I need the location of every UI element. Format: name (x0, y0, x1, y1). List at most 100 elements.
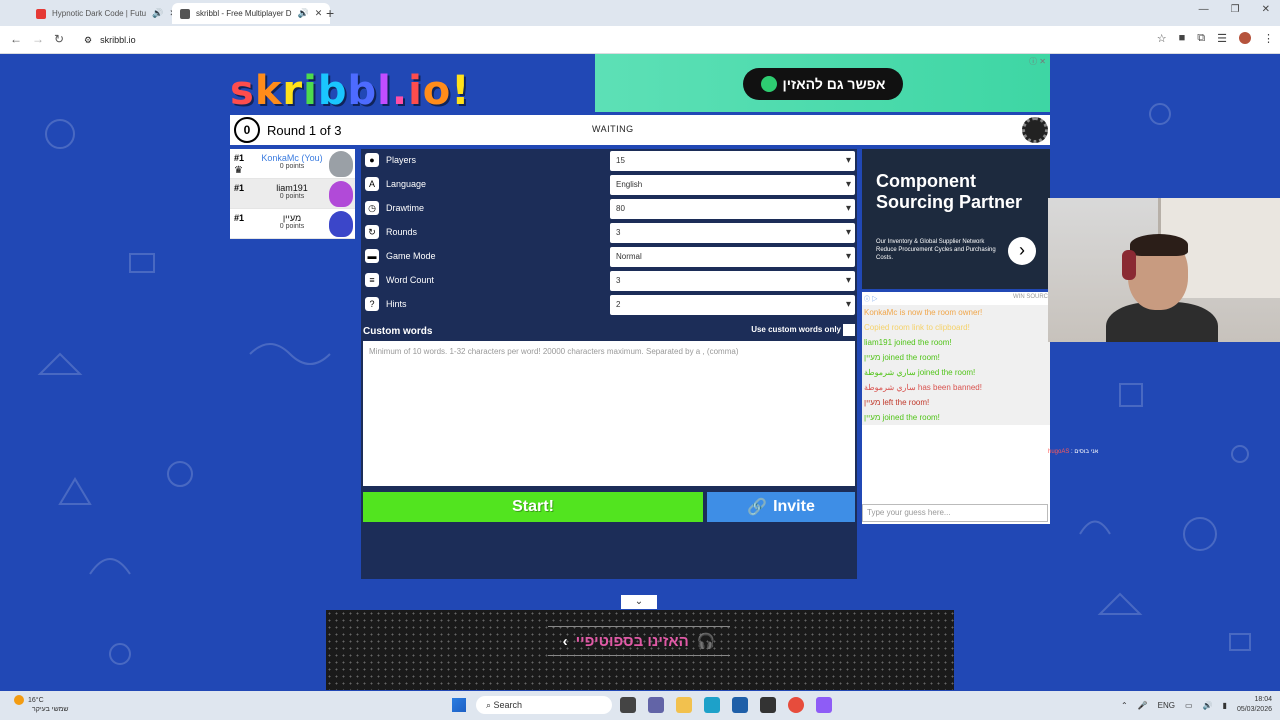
ad-side-banner[interactable]: Component Sourcing Partner Our Inventory… (862, 149, 1050, 289)
ad-side-subtext: Our Inventory & Global Supplier Network … (876, 239, 996, 261)
setting-label: Rounds (386, 227, 418, 237)
weather-temp: 16°C (28, 696, 44, 704)
tab-hypnotic[interactable]: Hypnotic Dark Code | Futu 🔊 ✕ (28, 3, 185, 24)
profile-avatar[interactable] (1239, 32, 1251, 44)
link-icon: 🔗 (747, 499, 768, 516)
guess-input[interactable]: Type your guess here... (862, 504, 1048, 522)
bookmark-star-icon[interactable]: ☆ (1157, 32, 1167, 45)
player-row[interactable]: #1 ♛ KonkaMc (You) 0 points (230, 149, 355, 179)
edge-icon[interactable] (704, 697, 720, 713)
discord-icon[interactable] (816, 697, 832, 713)
file-explorer-icon[interactable] (676, 697, 692, 713)
puzzle-icon[interactable]: ⧉ (1197, 32, 1205, 45)
speaker-icon[interactable]: 🔊 (152, 8, 163, 19)
tray-chevron-icon[interactable]: ⌃ (1121, 701, 1128, 710)
maximize-icon[interactable]: ❐ (1231, 4, 1240, 15)
chrome-icon[interactable] (788, 697, 804, 713)
back-icon[interactable]: ← (10, 32, 22, 46)
windows-taskbar: 16°C שמשי בעיקר ⌕ Search ⌃ 🎤 ENG ▭ 🔊 ▮ 1… (0, 691, 1280, 720)
tab-skribbl[interactable]: skribbl - Free Multiplayer D 🔊 ✕ (172, 3, 331, 24)
tab-search-icon[interactable]: ☰ (1217, 32, 1227, 45)
chat-message: ساري شرموطة joined the room! (862, 365, 1050, 380)
speaker-icon[interactable]: 🔊 (298, 8, 309, 19)
hints-select[interactable]: 2 (610, 295, 855, 315)
invite-button[interactable]: 🔗 Invite (707, 492, 855, 522)
close-icon[interactable]: ✕ (315, 8, 323, 19)
taskbar-clock[interactable]: 18:04 05/03/2026 (1237, 695, 1272, 715)
player-name: מעיין (282, 213, 302, 223)
obs-icon[interactable] (760, 697, 776, 713)
collapse-ad-chevron-icon[interactable]: ⌄ (621, 595, 657, 609)
custom-words-textarea[interactable]: Minimum of 10 words. 1-32 characters per… (363, 341, 855, 486)
gamemode-icon: ▬ (365, 249, 379, 263)
player-avatar (329, 211, 353, 237)
close-window-icon[interactable]: ✕ (1262, 4, 1270, 15)
store-icon[interactable] (732, 697, 748, 713)
skribbl-page: skribbl.io! אפשר גם להאזין ⓘ ✕ 0 Round 1… (0, 54, 1280, 691)
game-mode-select[interactable]: Normal (610, 247, 855, 267)
custom-only-checkbox[interactable] (843, 324, 855, 336)
volume-icon[interactable]: 🔊 (1203, 701, 1213, 710)
player-row[interactable]: #1 liam191 0 points (230, 179, 355, 209)
game-header: 0 Round 1 of 3 WAITING (230, 115, 1050, 145)
player-points: 0 points (279, 223, 305, 230)
battery-icon[interactable]: ▮ (1223, 701, 1227, 710)
setting-label: Drawtime (386, 203, 425, 213)
rounds-select[interactable]: 3 (610, 223, 855, 243)
timer-value: 0 (243, 123, 251, 137)
language-icon: A (365, 177, 379, 191)
new-tab-button[interactable]: + (326, 5, 334, 21)
taskbar-apps (620, 697, 832, 713)
chat-message: KonkaMc is now the room owner! (862, 305, 1050, 320)
ad-listen-button[interactable]: אפשר גם להאזין (743, 68, 903, 100)
window-controls: — ❐ ✕ (1199, 4, 1270, 15)
teams-icon[interactable] (648, 697, 664, 713)
taskbar-search[interactable]: ⌕ Search (476, 696, 612, 714)
language-indicator[interactable]: ENG (1158, 701, 1175, 710)
player-row[interactable]: #1 מעיין 0 points (230, 209, 355, 239)
address-bar[interactable]: ⚙ skribbl.io (78, 30, 1148, 50)
weather-icon (14, 695, 24, 705)
site-info-icon[interactable]: ⚙ (84, 35, 92, 46)
windows-start-icon[interactable] (452, 698, 466, 712)
spotify-icon (760, 76, 777, 92)
player-list: #1 ♛ KonkaMc (You) 0 points #1 liam191 0… (230, 149, 355, 239)
extension-icon[interactable]: ■ (1179, 32, 1186, 45)
menu-icon[interactable]: ⋮ (1263, 32, 1274, 45)
chat-message: ساري شرموطة has been banned! (862, 380, 1050, 395)
ad-side-heading: Component Sourcing Partner (876, 171, 1023, 212)
weather-widget[interactable]: 16°C שמשי בעיקר (14, 695, 69, 714)
browser-tabbar: Hypnotic Dark Code | Futu 🔊 ✕ skribbl - … (0, 0, 1280, 26)
settings-gear-icon[interactable] (1022, 117, 1048, 143)
ad-close-icon[interactable]: ⓘ ✕ (1029, 56, 1046, 67)
weather-desc: שמשי בעיקר (32, 706, 69, 713)
player-rank: #1 (234, 153, 245, 163)
mic-icon[interactable]: 🎤 (1138, 701, 1148, 710)
setting-label: Players (386, 155, 417, 165)
language-select[interactable]: English (610, 175, 855, 195)
ad-bottom-cta[interactable]: ‹ האזינו בספוטיפיי 🎧 (548, 626, 730, 656)
player-points: 0 points (279, 193, 305, 200)
network-icon[interactable]: ▭ (1185, 701, 1193, 710)
chat-message: מעיין left the room! (862, 395, 1050, 410)
streamer-webcam (1048, 198, 1280, 342)
word-count-select[interactable]: 3 (610, 271, 855, 291)
youtube-icon (36, 8, 46, 19)
timer-clock-icon: 0 (234, 117, 260, 143)
taskbar-time: 18:04 (1254, 696, 1272, 703)
round-indicator: Round 1 of 3 (267, 123, 342, 138)
start-button[interactable]: Start! (363, 492, 703, 522)
drawtime-select[interactable]: 80 (610, 199, 855, 219)
setting-label: Game Mode (386, 251, 436, 261)
forward-icon[interactable]: → (32, 32, 44, 46)
player-name: KonkaMc (You) (261, 153, 323, 163)
reload-icon[interactable]: ↻ (54, 32, 64, 46)
task-view-icon[interactable] (620, 697, 636, 713)
minimize-icon[interactable]: — (1199, 4, 1209, 15)
ad-banner-top[interactable]: אפשר גם להאזין ⓘ ✕ (595, 54, 1050, 112)
wordcount-icon: ≡ (365, 273, 379, 287)
chat-message: liam191 joined the room! (862, 335, 1050, 350)
players-select[interactable]: 15 (610, 151, 855, 171)
chevron-right-icon[interactable]: › (1008, 237, 1036, 265)
ad-bottom-banner[interactable]: ‹ האזינו בספוטיפיי 🎧 (326, 610, 954, 690)
